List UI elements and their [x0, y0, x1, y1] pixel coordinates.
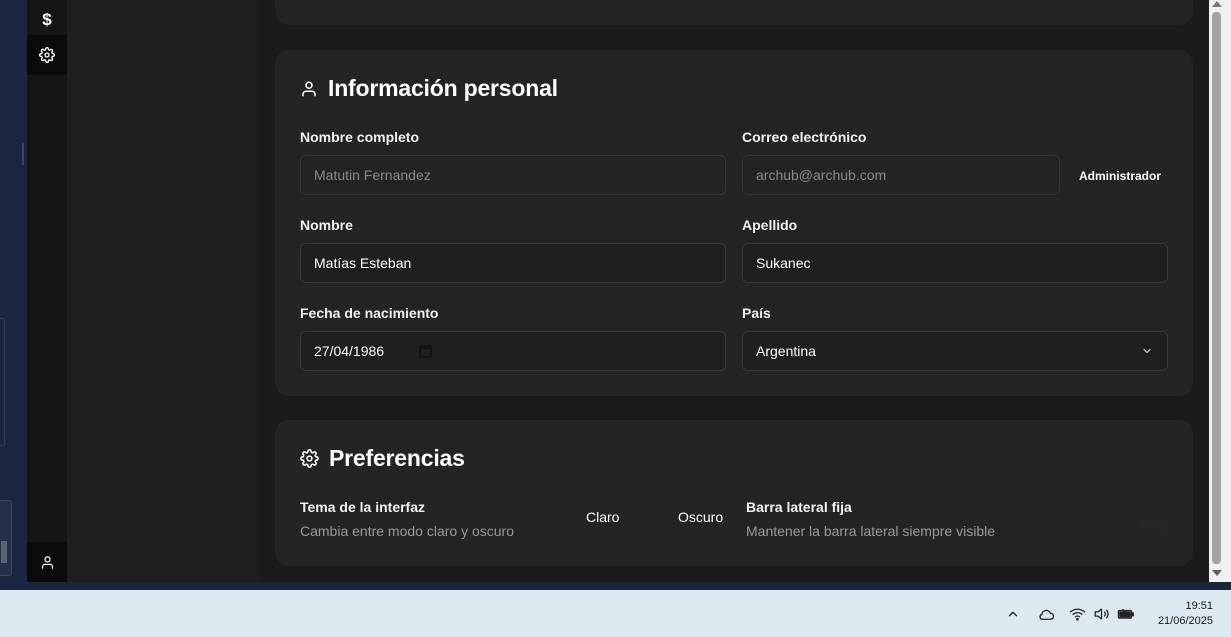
theme-option-dark[interactable]: Oscuro: [678, 509, 723, 525]
sidebar-panel: [67, 0, 259, 582]
sidebar-pin-description: Mantener la barra lateral siempre visibl…: [746, 523, 995, 539]
first-name-label: Nombre: [300, 217, 353, 233]
clock-date: 21/06/2025: [1157, 615, 1213, 627]
scroll-up-arrow-icon[interactable]: [1212, 1, 1222, 7]
gear-icon: [39, 47, 55, 63]
volume-tray-button[interactable]: [1093, 590, 1110, 637]
network-tray-button[interactable]: [1069, 590, 1086, 637]
full-name-label: Nombre completo: [300, 129, 420, 145]
sidebar-pin-toggle[interactable]: [1141, 516, 1169, 530]
full-name-field[interactable]: Matutin Fernandez: [300, 155, 726, 195]
system-clock[interactable]: 19:51 21/06/2025: [1158, 599, 1213, 629]
sidebar-pin-title: Barra lateral fija: [746, 499, 852, 515]
last-name-input[interactable]: Sukanec: [742, 243, 1168, 283]
finance-nav-button[interactable]: $: [27, 0, 67, 40]
clock-time: 19:51: [1185, 600, 1213, 612]
theme-title: Tema de la interfaz: [300, 499, 426, 515]
role-badge: Administrador: [1079, 169, 1162, 183]
birthdate-value: 27/04/1986: [314, 343, 385, 359]
profile-nav-button[interactable]: [27, 542, 67, 582]
user-icon: [302, 81, 316, 96]
tray-overflow-button[interactable]: [1006, 590, 1020, 637]
preferences-title: Preferencias: [329, 445, 465, 471]
onedrive-tray-button[interactable]: [1037, 590, 1055, 637]
battery-tray-button[interactable]: [1117, 590, 1135, 637]
main-content: Información personal Nombre completo Mat…: [259, 0, 1209, 582]
last-name-label: Apellido: [742, 217, 798, 233]
personal-info-title: Información personal: [328, 75, 558, 101]
preferences-header: Preferencias: [300, 445, 465, 472]
icon-rail: $: [27, 0, 67, 582]
gear-icon: [300, 449, 319, 468]
battery-icon: [1117, 608, 1134, 619]
personal-info-header: Información personal: [300, 75, 558, 102]
volume-icon: [1094, 607, 1109, 620]
app-window: $ Información personal Nombre completo M…: [0, 0, 1231, 582]
background-panel: [0, 318, 5, 446]
chevron-down-icon: [1143, 348, 1151, 354]
chevron-up-icon: [1008, 611, 1018, 616]
personal-info-card: Información personal Nombre completo Mat…: [275, 50, 1193, 396]
theme-description: Cambia entre modo claro y oscuro: [300, 523, 514, 539]
birthdate-input[interactable]: 27/04/1986: [300, 331, 726, 371]
resize-grip[interactable]: [22, 143, 24, 165]
country-select[interactable]: Argentina: [742, 331, 1168, 371]
country-value: Argentina: [756, 343, 816, 359]
settings-nav-button[interactable]: [27, 35, 67, 75]
birthdate-label: Fecha de nacimiento: [300, 305, 439, 321]
dollar-icon: $: [42, 10, 52, 29]
taskbar: 19:51 21/06/2025: [0, 582, 1231, 637]
theme-option-light[interactable]: Claro: [586, 509, 619, 525]
cloud-icon: [1039, 609, 1055, 620]
user-icon: [41, 555, 53, 569]
previous-section-card: [275, 0, 1193, 25]
preferences-card: Preferencias Tema de la interfaz Cambia …: [275, 420, 1193, 566]
first-name-input[interactable]: Matías Esteban: [300, 243, 726, 283]
background-panel: [0, 500, 12, 576]
background-window-edge: [0, 0, 27, 582]
vertical-scrollbar[interactable]: [1209, 0, 1231, 582]
email-field[interactable]: archub@archub.com: [742, 155, 1060, 195]
wifi-icon: [1069, 608, 1086, 621]
scroll-down-arrow-icon[interactable]: [1212, 570, 1222, 576]
country-label: País: [742, 305, 771, 321]
scrollbar-thumb[interactable]: [1212, 12, 1221, 564]
calendar-icon[interactable]: [419, 344, 432, 358]
email-label: Correo electrónico: [742, 129, 867, 145]
